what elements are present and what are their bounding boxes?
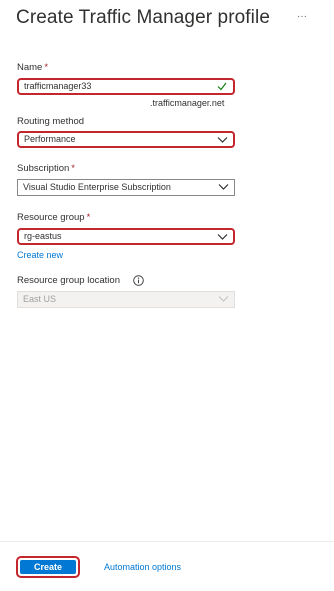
automation-options-link[interactable]: Automation options: [104, 562, 181, 572]
name-input[interactable]: trafficmanager33: [17, 78, 235, 95]
footer-divider: [0, 541, 334, 542]
create-button-label: Create: [20, 560, 76, 574]
chevron-down-icon: [217, 137, 228, 143]
name-label-text: Name: [17, 62, 43, 73]
create-button[interactable]: Create: [16, 556, 80, 578]
routing-method-label: Routing method: [17, 116, 85, 127]
resource-group-location-select: East US: [17, 291, 235, 308]
name-label: Name *: [17, 62, 48, 73]
required-mark: *: [71, 163, 75, 174]
checkmark-icon: [217, 82, 227, 91]
subscription-label: Subscription *: [17, 163, 75, 174]
routing-method-select[interactable]: Performance: [17, 131, 235, 148]
domain-suffix: .trafficmanager.net: [150, 98, 225, 108]
resource-group-location-label: Resource group location: [17, 275, 120, 286]
resource-group-select[interactable]: rg-eastus: [17, 228, 235, 245]
create-new-link[interactable]: Create new: [17, 250, 63, 260]
resource-group-location-value: East US: [23, 294, 57, 304]
info-icon[interactable]: [133, 275, 144, 286]
page-title: Create Traffic Manager profile: [16, 7, 270, 28]
resource-group-value: rg-eastus: [24, 231, 62, 241]
chevron-down-icon: [217, 234, 228, 240]
routing-method-value: Performance: [24, 134, 76, 144]
chevron-down-icon: [218, 184, 229, 190]
chevron-down-icon: [218, 296, 229, 302]
required-mark: *: [44, 62, 49, 73]
resource-group-label-text: Resource group: [17, 212, 85, 223]
subscription-select[interactable]: Visual Studio Enterprise Subscription: [17, 179, 235, 196]
more-options-icon[interactable]: ···: [294, 9, 310, 25]
name-input-value: trafficmanager33: [24, 81, 92, 91]
resource-group-label: Resource group *: [17, 212, 90, 223]
subscription-value: Visual Studio Enterprise Subscription: [23, 182, 171, 192]
subscription-label-text: Subscription: [17, 163, 70, 174]
required-mark: *: [86, 212, 91, 223]
